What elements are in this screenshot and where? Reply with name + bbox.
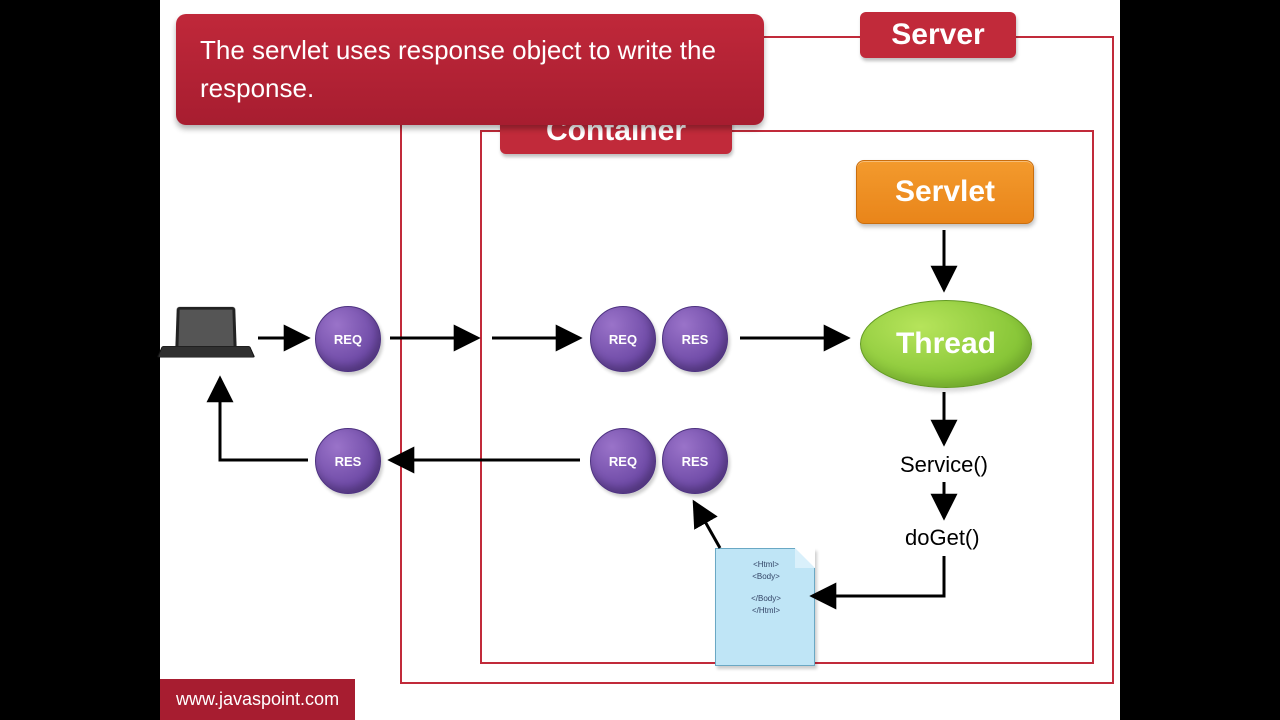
server-label: Server — [860, 12, 1016, 58]
laptop-icon — [162, 306, 252, 386]
req-bubble-return: REQ — [590, 428, 656, 494]
servlet-box: Servlet — [856, 160, 1034, 224]
res-bubble-container: RES — [662, 306, 728, 372]
doc-line-2: <Body> — [724, 571, 808, 583]
watermark: www.javaspoint.com — [160, 679, 355, 720]
res-bubble-return: RES — [662, 428, 728, 494]
doc-line-4: </Html> — [724, 605, 808, 617]
doc-line-1: <Html> — [724, 559, 808, 571]
doget-method: doGet() — [905, 525, 980, 551]
req-bubble-container: REQ — [590, 306, 656, 372]
res-bubble-client: RES — [315, 428, 381, 494]
service-method: Service() — [900, 452, 988, 478]
diagram-canvas: Server Container The servlet uses respon… — [160, 0, 1120, 720]
doc-line-3: </Body> — [724, 593, 808, 605]
thread-ellipse: Thread — [860, 300, 1032, 388]
caption-box: The servlet uses response object to writ… — [176, 14, 764, 125]
html-document-icon: <Html> <Body> </Body> </Html> — [715, 548, 815, 666]
stage: Server Container The servlet uses respon… — [0, 0, 1280, 720]
req-bubble-client: REQ — [315, 306, 381, 372]
